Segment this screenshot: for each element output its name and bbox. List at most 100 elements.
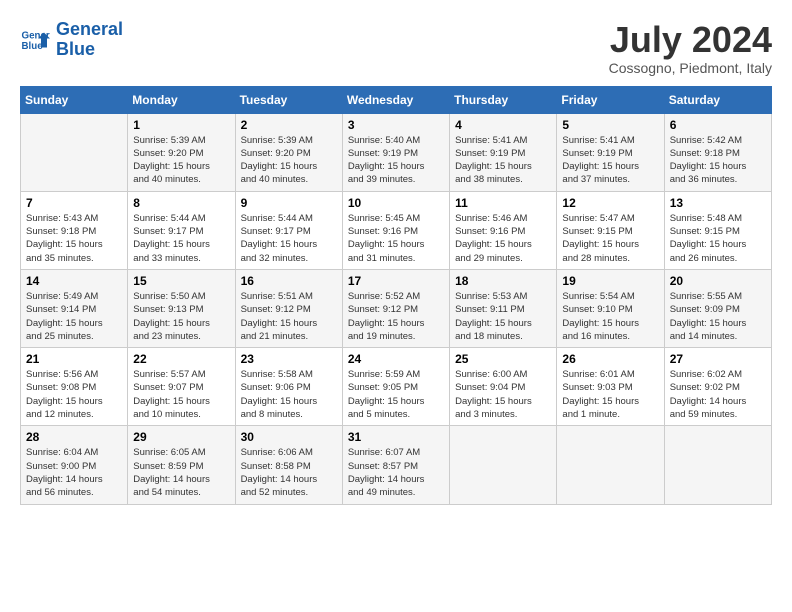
day-number: 28 (26, 430, 122, 444)
day-number: 31 (348, 430, 444, 444)
day-info: Sunrise: 6:00 AM Sunset: 9:04 PM Dayligh… (455, 368, 551, 421)
day-info: Sunrise: 5:39 AM Sunset: 9:20 PM Dayligh… (241, 134, 337, 187)
day-info: Sunrise: 5:39 AM Sunset: 9:20 PM Dayligh… (133, 134, 229, 187)
day-info: Sunrise: 5:57 AM Sunset: 9:07 PM Dayligh… (133, 368, 229, 421)
calendar-table: SundayMondayTuesdayWednesdayThursdayFrid… (20, 86, 772, 505)
column-header-monday: Monday (128, 86, 235, 113)
day-number: 6 (670, 118, 766, 132)
calendar-cell: 15 Sunrise: 5:50 AM Sunset: 9:13 PM Dayli… (128, 269, 235, 347)
day-info: Sunrise: 5:53 AM Sunset: 9:11 PM Dayligh… (455, 290, 551, 343)
day-number: 24 (348, 352, 444, 366)
column-header-saturday: Saturday (664, 86, 771, 113)
calendar-cell: 24 Sunrise: 5:59 AM Sunset: 9:05 PM Dayli… (342, 348, 449, 426)
column-header-wednesday: Wednesday (342, 86, 449, 113)
day-number: 14 (26, 274, 122, 288)
day-info: Sunrise: 5:51 AM Sunset: 9:12 PM Dayligh… (241, 290, 337, 343)
calendar-body: 1Sunrise: 5:39 AM Sunset: 9:20 PM Daylig… (21, 113, 772, 504)
calendar-cell: 11 Sunrise: 5:46 AM Sunset: 9:16 PM Dayli… (450, 191, 557, 269)
calendar-cell (557, 426, 664, 504)
day-number: 7 (26, 196, 122, 210)
calendar-cell: 19 Sunrise: 5:54 AM Sunset: 9:10 PM Dayli… (557, 269, 664, 347)
day-number: 19 (562, 274, 658, 288)
day-info: Sunrise: 6:06 AM Sunset: 8:58 PM Dayligh… (241, 446, 337, 499)
column-header-friday: Friday (557, 86, 664, 113)
week-row-2: 7 Sunrise: 5:43 AM Sunset: 9:18 PM Daylig… (21, 191, 772, 269)
logo-line2: Blue (56, 39, 95, 59)
calendar-cell: 30 Sunrise: 6:06 AM Sunset: 8:58 PM Dayli… (235, 426, 342, 504)
day-number: 4 (455, 118, 551, 132)
day-info: Sunrise: 5:40 AM Sunset: 9:19 PM Dayligh… (348, 134, 444, 187)
location-subtitle: Cossogno, Piedmont, Italy (609, 60, 772, 76)
calendar-cell: 10 Sunrise: 5:45 AM Sunset: 9:16 PM Dayli… (342, 191, 449, 269)
day-info: Sunrise: 6:07 AM Sunset: 8:57 PM Dayligh… (348, 446, 444, 499)
day-number: 16 (241, 274, 337, 288)
day-info: Sunrise: 5:41 AM Sunset: 9:19 PM Dayligh… (562, 134, 658, 187)
day-info: Sunrise: 5:56 AM Sunset: 9:08 PM Dayligh… (26, 368, 122, 421)
calendar-cell (21, 113, 128, 191)
day-number: 9 (241, 196, 337, 210)
day-number: 22 (133, 352, 229, 366)
day-number: 15 (133, 274, 229, 288)
day-info: Sunrise: 5:43 AM Sunset: 9:18 PM Dayligh… (26, 212, 122, 265)
calendar-cell: 1Sunrise: 5:39 AM Sunset: 9:20 PM Daylig… (128, 113, 235, 191)
column-header-tuesday: Tuesday (235, 86, 342, 113)
calendar-cell: 13Sunrise: 5:48 AM Sunset: 9:15 PM Dayli… (664, 191, 771, 269)
calendar-cell: 25 Sunrise: 6:00 AM Sunset: 9:04 PM Dayli… (450, 348, 557, 426)
calendar-cell: 18Sunrise: 5:53 AM Sunset: 9:11 PM Dayli… (450, 269, 557, 347)
day-info: Sunrise: 5:50 AM Sunset: 9:13 PM Dayligh… (133, 290, 229, 343)
calendar-cell: 27 Sunrise: 6:02 AM Sunset: 9:02 PM Dayli… (664, 348, 771, 426)
logo-icon: General Blue (20, 25, 50, 55)
week-row-5: 28Sunrise: 6:04 AM Sunset: 9:00 PM Dayli… (21, 426, 772, 504)
day-number: 2 (241, 118, 337, 132)
header-row: SundayMondayTuesdayWednesdayThursdayFrid… (21, 86, 772, 113)
day-number: 30 (241, 430, 337, 444)
day-number: 3 (348, 118, 444, 132)
day-info: Sunrise: 5:41 AM Sunset: 9:19 PM Dayligh… (455, 134, 551, 187)
calendar-cell: 8 Sunrise: 5:44 AM Sunset: 9:17 PM Daylig… (128, 191, 235, 269)
calendar-cell: 26 Sunrise: 6:01 AM Sunset: 9:03 PM Dayli… (557, 348, 664, 426)
svg-text:Blue: Blue (22, 41, 44, 52)
day-number: 25 (455, 352, 551, 366)
day-number: 27 (670, 352, 766, 366)
week-row-1: 1Sunrise: 5:39 AM Sunset: 9:20 PM Daylig… (21, 113, 772, 191)
calendar-cell: 17 Sunrise: 5:52 AM Sunset: 9:12 PM Dayli… (342, 269, 449, 347)
day-number: 10 (348, 196, 444, 210)
calendar-cell: 31 Sunrise: 6:07 AM Sunset: 8:57 PM Dayli… (342, 426, 449, 504)
day-number: 13 (670, 196, 766, 210)
day-info: Sunrise: 5:44 AM Sunset: 9:17 PM Dayligh… (133, 212, 229, 265)
title-block: July 2024 Cossogno, Piedmont, Italy (609, 20, 772, 76)
calendar-cell: 14 Sunrise: 5:49 AM Sunset: 9:14 PM Dayli… (21, 269, 128, 347)
week-row-3: 14 Sunrise: 5:49 AM Sunset: 9:14 PM Dayli… (21, 269, 772, 347)
day-info: Sunrise: 5:46 AM Sunset: 9:16 PM Dayligh… (455, 212, 551, 265)
day-number: 17 (348, 274, 444, 288)
calendar-cell: 28Sunrise: 6:04 AM Sunset: 9:00 PM Dayli… (21, 426, 128, 504)
day-info: Sunrise: 5:54 AM Sunset: 9:10 PM Dayligh… (562, 290, 658, 343)
day-info: Sunrise: 5:55 AM Sunset: 9:09 PM Dayligh… (670, 290, 766, 343)
month-year-title: July 2024 (609, 20, 772, 60)
day-number: 20 (670, 274, 766, 288)
column-header-thursday: Thursday (450, 86, 557, 113)
day-info: Sunrise: 5:49 AM Sunset: 9:14 PM Dayligh… (26, 290, 122, 343)
day-info: Sunrise: 5:47 AM Sunset: 9:15 PM Dayligh… (562, 212, 658, 265)
day-number: 23 (241, 352, 337, 366)
calendar-cell: 3 Sunrise: 5:40 AM Sunset: 9:19 PM Daylig… (342, 113, 449, 191)
day-info: Sunrise: 5:58 AM Sunset: 9:06 PM Dayligh… (241, 368, 337, 421)
day-number: 5 (562, 118, 658, 132)
day-info: Sunrise: 6:01 AM Sunset: 9:03 PM Dayligh… (562, 368, 658, 421)
logo: General Blue General Blue (20, 20, 123, 60)
page-header: General Blue General Blue July 2024 Coss… (20, 20, 772, 76)
day-number: 8 (133, 196, 229, 210)
calendar-cell: 2 Sunrise: 5:39 AM Sunset: 9:20 PM Daylig… (235, 113, 342, 191)
day-number: 29 (133, 430, 229, 444)
week-row-4: 21Sunrise: 5:56 AM Sunset: 9:08 PM Dayli… (21, 348, 772, 426)
day-number: 11 (455, 196, 551, 210)
column-header-sunday: Sunday (21, 86, 128, 113)
calendar-cell: 20 Sunrise: 5:55 AM Sunset: 9:09 PM Dayli… (664, 269, 771, 347)
day-info: Sunrise: 5:45 AM Sunset: 9:16 PM Dayligh… (348, 212, 444, 265)
calendar-cell (450, 426, 557, 504)
day-info: Sunrise: 5:52 AM Sunset: 9:12 PM Dayligh… (348, 290, 444, 343)
day-number: 26 (562, 352, 658, 366)
day-info: Sunrise: 6:02 AM Sunset: 9:02 PM Dayligh… (670, 368, 766, 421)
calendar-cell: 29Sunrise: 6:05 AM Sunset: 8:59 PM Dayli… (128, 426, 235, 504)
day-info: Sunrise: 5:59 AM Sunset: 9:05 PM Dayligh… (348, 368, 444, 421)
